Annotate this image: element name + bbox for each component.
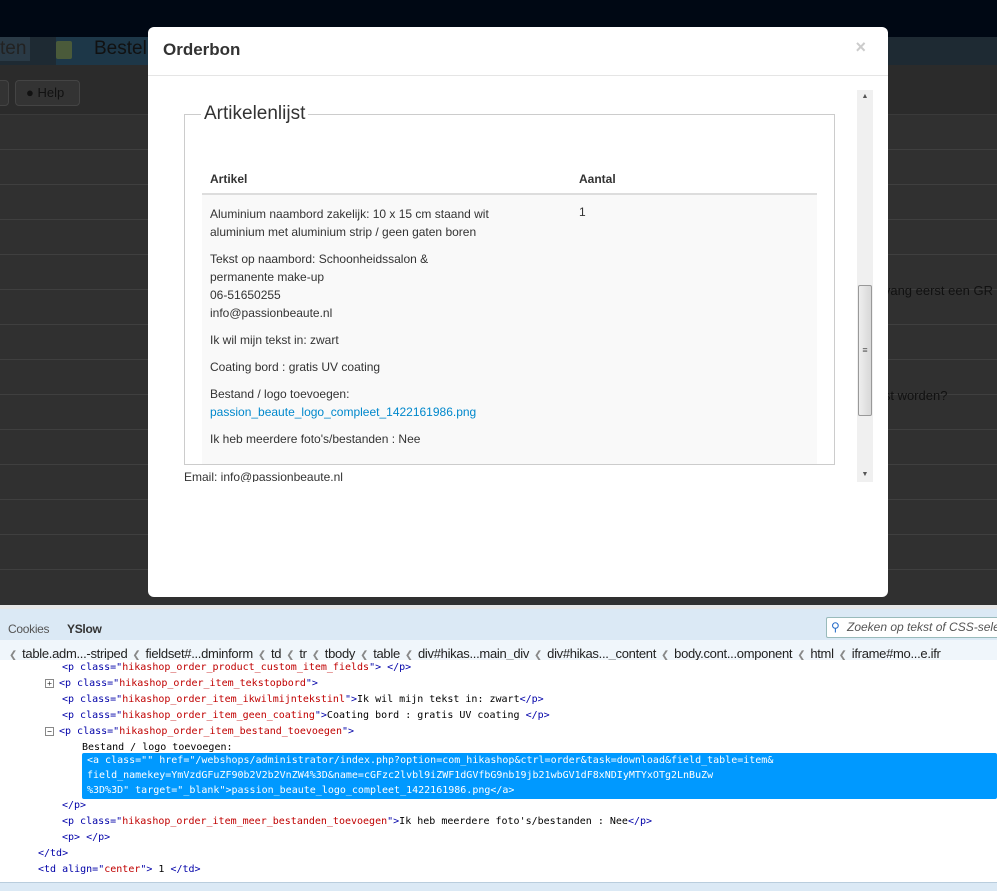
code-line[interactable]: <p class="hikashop_order_product_custom_… bbox=[62, 660, 411, 676]
html-source-panel: <p class="hikashop_order_product_custom_… bbox=[0, 660, 997, 882]
tab-yslow[interactable]: YSlow bbox=[67, 622, 102, 636]
devtools-statusbar bbox=[0, 882, 997, 891]
modal-header: Orderbon × bbox=[148, 27, 888, 76]
text-line: info@passionbeaute.nl bbox=[210, 306, 333, 320]
search-icon: ⚲ bbox=[831, 620, 840, 634]
expand-icon[interactable]: + bbox=[45, 678, 54, 688]
column-header-aantal: Aantal bbox=[579, 172, 616, 186]
item-coating: Coating bord : gratis UV coating bbox=[210, 360, 381, 374]
code-line[interactable]: </td> bbox=[38, 846, 68, 862]
collapse-icon[interactable]: − bbox=[45, 726, 54, 736]
article-list-fieldset: Artikelenlijst Artikel Aantal Aluminium … bbox=[184, 103, 835, 465]
help-label: Help bbox=[37, 85, 65, 100]
item-file: Bestand / logo toevoegen: passion_beaute_… bbox=[210, 385, 540, 421]
code-line[interactable]: <td align="center"> 1 </td> bbox=[38, 862, 201, 878]
code-line: <a class="" href="/webshops/administrato… bbox=[87, 755, 774, 766]
code-line[interactable]: − <p class="hikashop_order_item_bestand_t… bbox=[45, 724, 354, 740]
item-more-files: Ik heb meerdere foto's/bestanden : Nee bbox=[210, 432, 421, 446]
column-header-artikel: Artikel bbox=[210, 172, 248, 186]
breadcrumb-item[interactable]: iframe#mo...e.ifr bbox=[852, 646, 941, 661]
modal-scrollbar[interactable]: ▲ ≡ ▼ bbox=[857, 90, 873, 482]
breadcrumb-item[interactable]: body.cont...omponent bbox=[674, 646, 792, 661]
breadcrumb-item[interactable]: html bbox=[810, 646, 834, 661]
file-label: Bestand / logo toevoegen: bbox=[210, 387, 350, 401]
code-line[interactable]: + <p class="hikashop_order_item_tekstopbo… bbox=[45, 676, 318, 692]
breadcrumb-item[interactable]: tr bbox=[299, 646, 307, 661]
devtools-toolbar: Cookies YSlow ⚲ Zoeken op tekst of CSS-se… bbox=[0, 605, 997, 640]
breadcrumb-item[interactable]: td bbox=[271, 646, 282, 661]
breadcrumb-item[interactable]: div#hikas...main_div bbox=[418, 646, 529, 661]
orderbon-modal: Orderbon × Artikelenlijst Artikel Aantal… bbox=[148, 27, 888, 597]
scroll-thumb[interactable]: ≡ bbox=[858, 285, 872, 416]
breadcrumb-item[interactable]: fieldset#...dminform bbox=[145, 646, 253, 661]
table-header: Artikel Aantal bbox=[202, 160, 817, 195]
tab-cookies[interactable]: Cookies bbox=[8, 622, 50, 636]
text-line: permanente make-up bbox=[210, 270, 325, 284]
scroll-up-arrow-icon[interactable]: ▲ bbox=[857, 90, 873, 104]
code-line[interactable]: <p class="hikashop_order_item_geen_coati… bbox=[62, 708, 550, 724]
code-line: %3D%3D" target="_blank">passion_beaute_l… bbox=[87, 785, 515, 796]
text-on-sign-label: Tekst op naambord: Schoonheidssalon & bbox=[210, 252, 429, 266]
toolbar-button[interactable] bbox=[0, 80, 9, 106]
breadcrumb-item[interactable]: tbody bbox=[325, 646, 356, 661]
modal-iframe: Artikelenlijst Artikel Aantal Aluminium … bbox=[148, 90, 873, 482]
item-text-color: Ik wil mijn tekst in: zwart bbox=[210, 333, 339, 347]
scroll-down-arrow-icon[interactable]: ▼ bbox=[857, 468, 873, 482]
article-table: Artikel Aantal Aluminium naambord zakeli… bbox=[202, 160, 817, 464]
devtools-search-input[interactable]: ⚲ Zoeken op tekst of CSS-selec bbox=[826, 617, 997, 638]
selected-element[interactable]: <a class="" href="/webshops/administrato… bbox=[82, 753, 997, 799]
background-row-text: ntvang eerst een GR bbox=[873, 283, 993, 298]
fieldset-legend: Artikelenlijst bbox=[204, 103, 306, 124]
nav-menu-item[interactable]: ten bbox=[0, 37, 31, 61]
item-text-on-sign: Tekst op naambord: Schoonheidssalon & per… bbox=[210, 250, 540, 322]
search-placeholder: Zoeken op tekst of CSS-selec bbox=[847, 620, 997, 634]
file-download-link[interactable]: passion_beaute_logo_compleet_1422161986.… bbox=[210, 405, 476, 419]
orders-icon bbox=[56, 41, 72, 59]
code-line[interactable]: </p> bbox=[62, 798, 86, 814]
customer-email: Email: info@passionbeaute.nl bbox=[184, 470, 343, 482]
help-button[interactable]: ● Help bbox=[15, 80, 80, 106]
close-icon[interactable]: × bbox=[855, 37, 866, 58]
breadcrumb-item[interactable]: div#hikas..._content bbox=[547, 646, 656, 661]
code-line[interactable]: <p class="hikashop_order_item_meer_besta… bbox=[62, 814, 652, 830]
text-line: 06-51650255 bbox=[210, 288, 281, 302]
breadcrumb-item[interactable]: table bbox=[373, 646, 400, 661]
code-line: field_namekey=YmVzdGFuZF90b2V2b2VnZW4%3D… bbox=[87, 770, 714, 781]
item-quantity: 1 bbox=[579, 205, 586, 219]
breadcrumb-item[interactable]: table.adm...-striped bbox=[22, 646, 128, 661]
code-line[interactable]: <p> </p> bbox=[62, 830, 110, 846]
code-line[interactable]: <p class="hikashop_order_item_ikwilmijnt… bbox=[62, 692, 544, 708]
item-description: Aluminium naambord zakelijk: 10 x 15 cm … bbox=[210, 207, 489, 239]
table-row: Aluminium naambord zakelijk: 10 x 15 cm … bbox=[202, 195, 817, 464]
modal-title: Orderbon bbox=[163, 40, 241, 59]
